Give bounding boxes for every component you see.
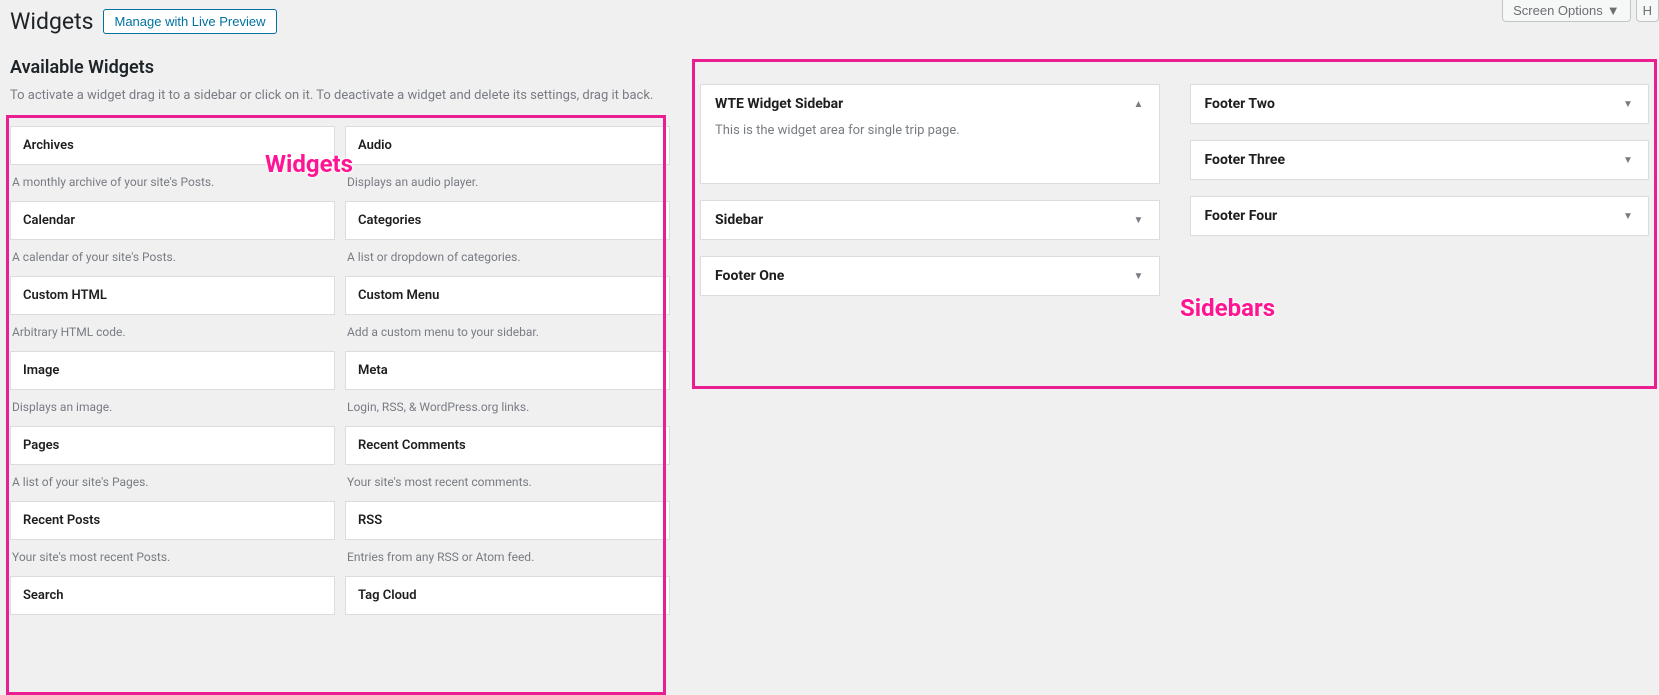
widget-cell: Search [10, 576, 335, 615]
chevron-down-icon: ▼ [1622, 99, 1634, 110]
available-widgets-heading: Available Widgets [10, 57, 670, 78]
sidebar-header[interactable]: Footer Two ▼ [1191, 85, 1649, 123]
widget-cell: Custom HTML Arbitrary HTML code. [10, 276, 335, 351]
sidebar-header[interactable]: Sidebar ▼ [701, 201, 1159, 239]
widget-desc: Your site's most recent Posts. [10, 540, 335, 576]
widget-cell: Image Displays an image. [10, 351, 335, 426]
widget-cell: Custom Menu Add a custom menu to your si… [345, 276, 670, 351]
widget-cell: Recent Comments Your site's most recent … [345, 426, 670, 501]
widget-rss[interactable]: RSS [345, 501, 670, 540]
widget-desc: Login, RSS, & WordPress.org links. [345, 390, 670, 426]
widget-categories[interactable]: Categories [345, 201, 670, 240]
widget-desc: Entries from any RSS or Atom feed. [345, 540, 670, 576]
widget-desc: Displays an image. [10, 390, 335, 426]
content-area: Widgets Available Widgets To activate a … [0, 35, 1659, 615]
manage-live-preview-button[interactable]: Manage with Live Preview [103, 9, 276, 34]
widget-search[interactable]: Search [10, 576, 335, 615]
sidebar-box-sidebar: Sidebar ▼ [700, 200, 1160, 240]
screen-options-label: Screen Options [1513, 3, 1603, 18]
page-title: Widgets [10, 8, 93, 35]
chevron-down-icon: ▼ [1133, 271, 1145, 282]
sidebar-box-footer-three: Footer Three ▼ [1190, 140, 1650, 180]
sidebar-box-wte: WTE Widget Sidebar ▲ This is the widget … [700, 84, 1160, 184]
widget-audio[interactable]: Audio [345, 126, 670, 165]
sidebar-box-footer-one: Footer One ▼ [700, 256, 1160, 296]
chevron-down-icon: ▼ [1133, 215, 1145, 226]
widget-cell: Pages A list of your site's Pages. [10, 426, 335, 501]
widget-desc: A calendar of your site's Posts. [10, 240, 335, 276]
page-header: Widgets Manage with Live Preview [0, 0, 1659, 35]
widget-cell: Tag Cloud [345, 576, 670, 615]
sidebar-title: Footer One [715, 268, 784, 284]
widget-desc: A list of your site's Pages. [10, 465, 335, 501]
chevron-down-icon: ▼ [1622, 155, 1634, 166]
sidebar-title: WTE Widget Sidebar [715, 96, 843, 112]
widget-pages[interactable]: Pages [10, 426, 335, 465]
sidebar-title: Footer Three [1205, 152, 1286, 168]
topbar: Screen Options ▼ H [1502, 0, 1659, 22]
chevron-down-icon: ▼ [1622, 211, 1634, 222]
help-button[interactable]: H [1636, 0, 1659, 22]
widget-custom-menu[interactable]: Custom Menu [345, 276, 670, 315]
sidebar-title: Sidebar [715, 212, 763, 228]
sidebar-areas-column: Sidebars WTE Widget Sidebar ▲ This is th… [700, 59, 1649, 615]
sidebar-header[interactable]: Footer Three ▼ [1191, 141, 1649, 179]
sidebar-header[interactable]: Footer Four ▼ [1191, 197, 1649, 235]
widget-custom-html[interactable]: Custom HTML [10, 276, 335, 315]
widget-cell: Recent Posts Your site's most recent Pos… [10, 501, 335, 576]
sidebar-column-right: Footer Two ▼ Footer Three ▼ Footer Four … [1190, 84, 1650, 615]
chevron-down-icon: ▼ [1607, 3, 1620, 18]
sidebar-title: Footer Two [1205, 96, 1275, 112]
widget-desc: Displays an audio player. [345, 165, 670, 201]
widget-meta[interactable]: Meta [345, 351, 670, 390]
widget-image[interactable]: Image [10, 351, 335, 390]
sidebar-header[interactable]: WTE Widget Sidebar ▲ [701, 85, 1159, 123]
widget-desc: A list or dropdown of categories. [345, 240, 670, 276]
sidebar-column-left: WTE Widget Sidebar ▲ This is the widget … [700, 84, 1160, 615]
widget-cell: Meta Login, RSS, & WordPress.org links. [345, 351, 670, 426]
widget-desc: Add a custom menu to your sidebar. [345, 315, 670, 351]
widget-tag-cloud[interactable]: Tag Cloud [345, 576, 670, 615]
annotation-label-sidebars: Sidebars [1180, 294, 1275, 322]
widget-calendar[interactable]: Calendar [10, 201, 335, 240]
sidebar-header[interactable]: Footer One ▼ [701, 257, 1159, 295]
sidebar-body: This is the widget area for single trip … [701, 123, 1159, 183]
sidebar-title: Footer Four [1205, 208, 1278, 224]
annotation-label-widgets: Widgets [265, 150, 353, 178]
help-label: H [1643, 3, 1652, 18]
widget-desc: Arbitrary HTML code. [10, 315, 335, 351]
sidebar-box-footer-four: Footer Four ▼ [1190, 196, 1650, 236]
widget-cell: Calendar A calendar of your site's Posts… [10, 201, 335, 276]
widget-cell: RSS Entries from any RSS or Atom feed. [345, 501, 670, 576]
instruction-text: To activate a widget drag it to a sideba… [10, 86, 670, 106]
widget-desc: Your site's most recent comments. [345, 465, 670, 501]
widget-recent-comments[interactable]: Recent Comments [345, 426, 670, 465]
widget-recent-posts[interactable]: Recent Posts [10, 501, 335, 540]
widget-cell: Audio Displays an audio player. [345, 126, 670, 201]
screen-options-button[interactable]: Screen Options ▼ [1502, 0, 1630, 22]
widget-cell: Categories A list or dropdown of categor… [345, 201, 670, 276]
sidebar-box-footer-two: Footer Two ▼ [1190, 84, 1650, 124]
widgets-grid: Archives A monthly archive of your site'… [10, 126, 670, 615]
chevron-up-icon: ▲ [1133, 99, 1145, 110]
available-widgets-column: Widgets Available Widgets To activate a … [10, 35, 670, 615]
